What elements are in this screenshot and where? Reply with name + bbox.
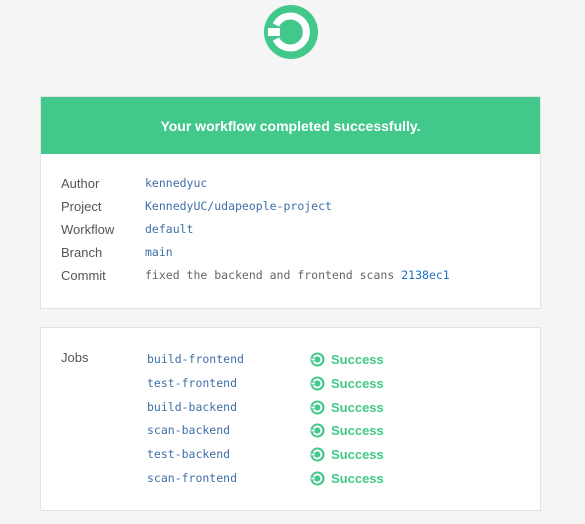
- author-value: kennedyuc: [145, 176, 208, 190]
- success-icon: [310, 446, 325, 462]
- success-icon: [310, 375, 325, 391]
- workflow-link[interactable]: default: [145, 222, 193, 236]
- job-status-label: Success: [331, 422, 384, 438]
- job-status: Success: [310, 423, 384, 438]
- job-row: scan-backend Success: [147, 420, 527, 440]
- job-status: Success: [310, 376, 384, 391]
- project-link[interactable]: KennedyUC/udapeople-project: [145, 199, 332, 213]
- job-name-link[interactable]: test-frontend: [147, 376, 310, 390]
- job-status: Success: [310, 352, 384, 367]
- workflow-summary-card: Your workflow completed successfully. Au…: [40, 96, 541, 309]
- workflow-label: Workflow: [61, 221, 115, 237]
- job-status-label: Success: [331, 351, 384, 367]
- banner-title: Your workflow completed successfully.: [160, 117, 421, 134]
- branch-label: Branch: [61, 244, 103, 260]
- project-label: Project: [61, 198, 102, 214]
- job-status: Success: [310, 400, 384, 415]
- job-status: Success: [310, 471, 384, 486]
- job-row: build-frontend Success: [147, 349, 527, 369]
- detail-row-workflow: Workflow default: [61, 218, 530, 240]
- job-status-label: Success: [331, 470, 384, 486]
- detail-row-project: Project KennedyUC/udapeople-project: [61, 195, 530, 217]
- job-status-label: Success: [331, 399, 384, 415]
- success-icon: [310, 399, 325, 415]
- job-name-link[interactable]: test-backend: [147, 447, 310, 461]
- job-row: build-backend Success: [147, 397, 527, 417]
- commit-message: fixed the backend and frontend scans: [145, 268, 395, 282]
- detail-row-author: Author kennedyuc: [61, 172, 530, 194]
- job-name-link[interactable]: build-frontend: [147, 352, 310, 366]
- success-icon: [310, 470, 325, 486]
- success-icon: [310, 351, 325, 367]
- jobs-card: Jobs build-frontend Success test-fronten…: [40, 327, 541, 511]
- job-status: Success: [310, 447, 384, 462]
- success-icon: [310, 422, 325, 438]
- job-row: scan-frontend Success: [147, 468, 527, 488]
- commit-label: Commit: [61, 267, 106, 283]
- circleci-logo-icon: [263, 4, 319, 60]
- commit-hash-link[interactable]: 2138ec1: [401, 268, 449, 282]
- jobs-label: Jobs: [61, 350, 89, 365]
- job-name-link[interactable]: build-backend: [147, 400, 310, 414]
- detail-row-commit: Commit fixed the backend and frontend sc…: [61, 264, 530, 286]
- job-name-link[interactable]: scan-backend: [147, 423, 310, 437]
- detail-row-branch: Branch main: [61, 241, 530, 263]
- job-status-label: Success: [331, 375, 384, 391]
- job-row: test-frontend Success: [147, 373, 527, 393]
- job-name-link[interactable]: scan-frontend: [147, 471, 310, 485]
- job-row: test-backend Success: [147, 444, 527, 464]
- branch-link[interactable]: main: [145, 245, 173, 259]
- job-status-label: Success: [331, 446, 384, 462]
- author-label: Author: [61, 175, 100, 191]
- success-banner: Your workflow completed successfully.: [41, 97, 540, 154]
